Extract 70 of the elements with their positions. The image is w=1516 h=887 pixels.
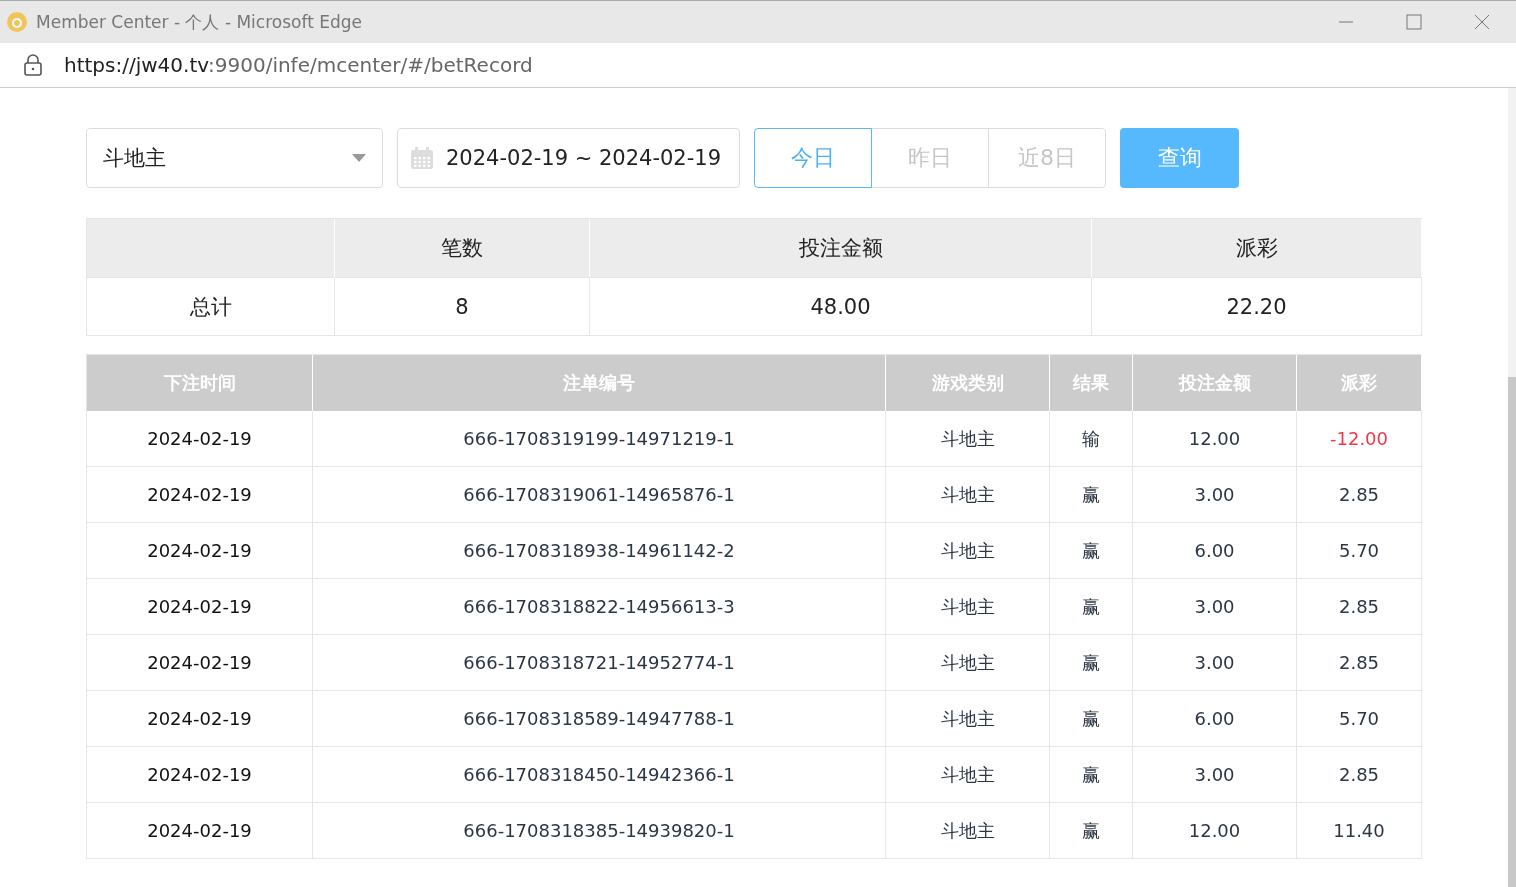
table-cell: 3.00 [1133,467,1297,523]
url-text[interactable]: https://jw40.tv:9900/infe/mcenter/#/betRecord [64,53,533,77]
table-cell: 赢 [1050,579,1133,635]
table-cell: 12.00 [1133,411,1297,467]
date-range-tab[interactable]: 今日 [754,128,872,188]
table-cell: 2.85 [1297,467,1422,523]
table-cell: 赢 [1050,467,1133,523]
summary-header-cell: 投注金额 [590,219,1092,278]
game-select[interactable]: 斗地主 [86,128,383,188]
table-cell: 斗地主 [886,803,1050,859]
table-cell: 666-1708318450-14942366-1 [313,747,886,803]
table-cell: 斗地主 [886,523,1050,579]
table-cell: 666-1708318721-14952774-1 [313,635,886,691]
table-cell: -12.00 [1297,411,1422,467]
close-icon [1474,14,1490,30]
date-range-field[interactable]: 2024-02-19 ~ 2024-02-19 [397,128,740,188]
table-cell: 11.40 [1297,803,1422,859]
table-cell: 6.00 [1133,523,1297,579]
summary-cell: 8 [335,278,590,336]
table-cell: 2024-02-19 [87,691,313,747]
table-cell: 2024-02-19 [87,747,313,803]
table-cell: 666-1708318589-14947788-1 [313,691,886,747]
table-cell: 斗地主 [886,411,1050,467]
query-button[interactable]: 查询 [1120,128,1239,188]
table-cell: 3.00 [1133,747,1297,803]
maximize-icon [1406,14,1422,30]
table-cell: 赢 [1050,523,1133,579]
table-cell: 666-1708318822-14956613-3 [313,579,886,635]
table-cell: 3.00 [1133,579,1297,635]
table-cell: 2024-02-19 [87,803,313,859]
table-cell: 2024-02-19 [87,523,313,579]
date-range-tab[interactable]: 近8日 [988,128,1106,188]
table-cell: 输 [1050,411,1133,467]
table-cell: 2024-02-19 [87,635,313,691]
table-cell: 斗地主 [886,747,1050,803]
table-cell: 2.85 [1297,635,1422,691]
table-cell: 斗地主 [886,467,1050,523]
summary-header-cell: 派彩 [1092,219,1422,278]
table-cell: 赢 [1050,747,1133,803]
table-cell: 3.00 [1133,635,1297,691]
table-cell: 斗地主 [886,635,1050,691]
table-cell: 赢 [1050,691,1133,747]
table-cell: 斗地主 [886,579,1050,635]
table-cell: 2.85 [1297,579,1422,635]
minimize-icon [1338,21,1354,23]
table-cell: 666-1708319061-14965876-1 [313,467,886,523]
browser-logo-icon [6,11,28,33]
summary-header-cell: 笔数 [335,219,590,278]
lock-icon [24,54,42,76]
table-cell: 5.70 [1297,523,1422,579]
summary-cell: 48.00 [590,278,1092,336]
table-cell: 666-1708319199-14971219-1 [313,411,886,467]
table-cell: 斗地主 [886,691,1050,747]
table-cell: 赢 [1050,803,1133,859]
table-cell: 2024-02-19 [87,467,313,523]
calendar-icon [410,146,434,170]
table-cell: 2024-02-19 [87,411,313,467]
table-cell: 666-1708318938-14961142-2 [313,523,886,579]
caret-icon [352,154,366,162]
table-cell: 666-1708318385-14939820-1 [313,803,886,859]
table-cell: 赢 [1050,635,1133,691]
table-cell: 2024-02-19 [87,579,313,635]
table-cell: 2.85 [1297,747,1422,803]
table-cell: 12.00 [1133,803,1297,859]
window-title: Member Center - 个人 - Microsoft Edge [36,10,363,34]
table-cell: 5.70 [1297,691,1422,747]
summary-label: 总计 [87,278,335,336]
date-range-tab[interactable]: 昨日 [871,128,989,188]
summary-cell: 22.20 [1092,278,1422,336]
table-cell: 6.00 [1133,691,1297,747]
